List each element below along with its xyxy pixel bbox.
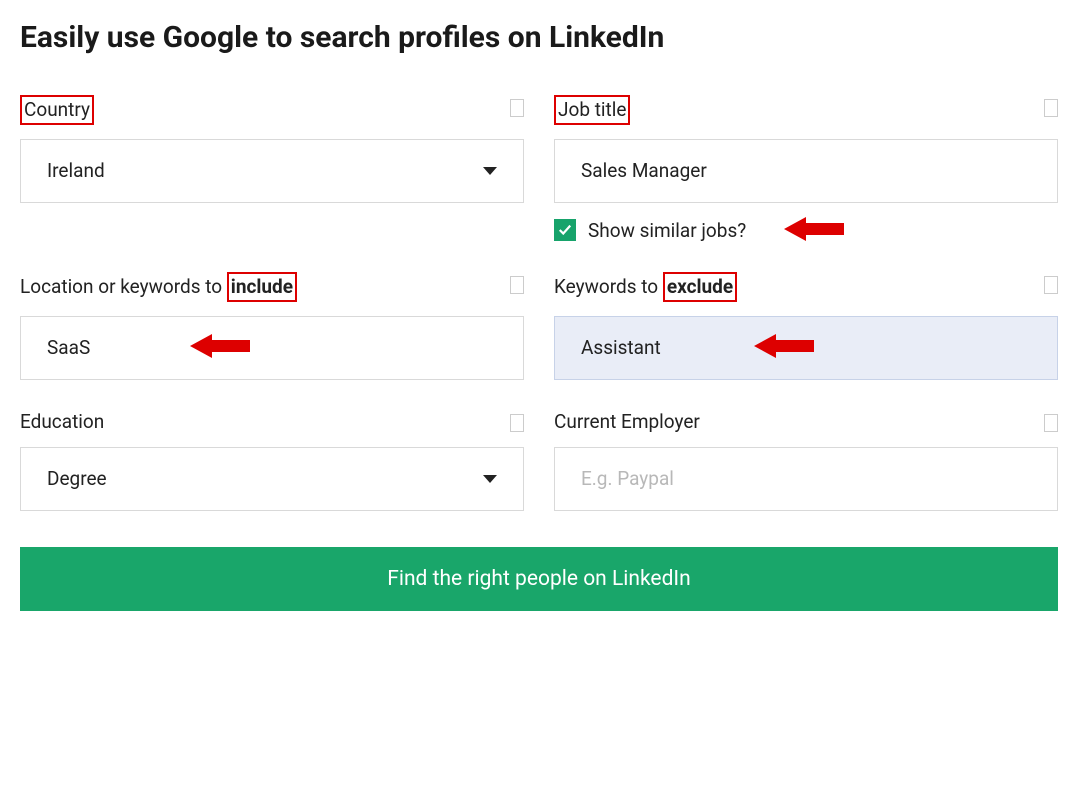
education-value: Degree xyxy=(47,467,107,490)
education-select[interactable]: Degree xyxy=(20,447,524,511)
employer-input[interactable] xyxy=(554,447,1058,511)
country-select[interactable]: Ireland xyxy=(20,139,524,203)
job-title-label: Job title xyxy=(554,95,630,125)
help-icon[interactable] xyxy=(1044,99,1058,117)
include-input[interactable] xyxy=(20,316,524,380)
include-field: Location or keywords to include xyxy=(20,272,524,380)
chevron-down-icon xyxy=(483,475,497,483)
similar-jobs-label: Show similar jobs? xyxy=(588,219,746,242)
similar-jobs-checkbox[interactable] xyxy=(554,219,576,241)
job-title-field: Job title Show similar jobs? xyxy=(554,95,1058,242)
job-title-input[interactable] xyxy=(554,139,1058,203)
exclude-field: Keywords to exclude xyxy=(554,272,1058,380)
submit-button[interactable]: Find the right people on LinkedIn xyxy=(20,547,1058,611)
education-label: Education xyxy=(20,410,104,433)
help-icon[interactable] xyxy=(510,276,524,294)
country-field: Country Ireland xyxy=(20,95,524,242)
include-label: Location or keywords to include xyxy=(20,272,297,302)
form-grid: Country Ireland Job title Show similar j… xyxy=(20,95,1058,511)
education-field: Education Degree xyxy=(20,410,524,511)
help-icon[interactable] xyxy=(1044,276,1058,294)
exclude-input[interactable] xyxy=(554,316,1058,380)
exclude-label: Keywords to exclude xyxy=(554,272,737,302)
page-title: Easily use Google to search profiles on … xyxy=(20,20,1058,55)
help-icon[interactable] xyxy=(1044,414,1058,432)
chevron-down-icon xyxy=(483,167,497,175)
country-label: Country xyxy=(20,95,94,125)
country-value: Ireland xyxy=(47,159,105,182)
help-icon[interactable] xyxy=(510,99,524,117)
employer-field: Current Employer xyxy=(554,410,1058,511)
help-icon[interactable] xyxy=(510,414,524,432)
employer-label: Current Employer xyxy=(554,410,700,433)
annotation-arrow-icon xyxy=(784,215,844,243)
